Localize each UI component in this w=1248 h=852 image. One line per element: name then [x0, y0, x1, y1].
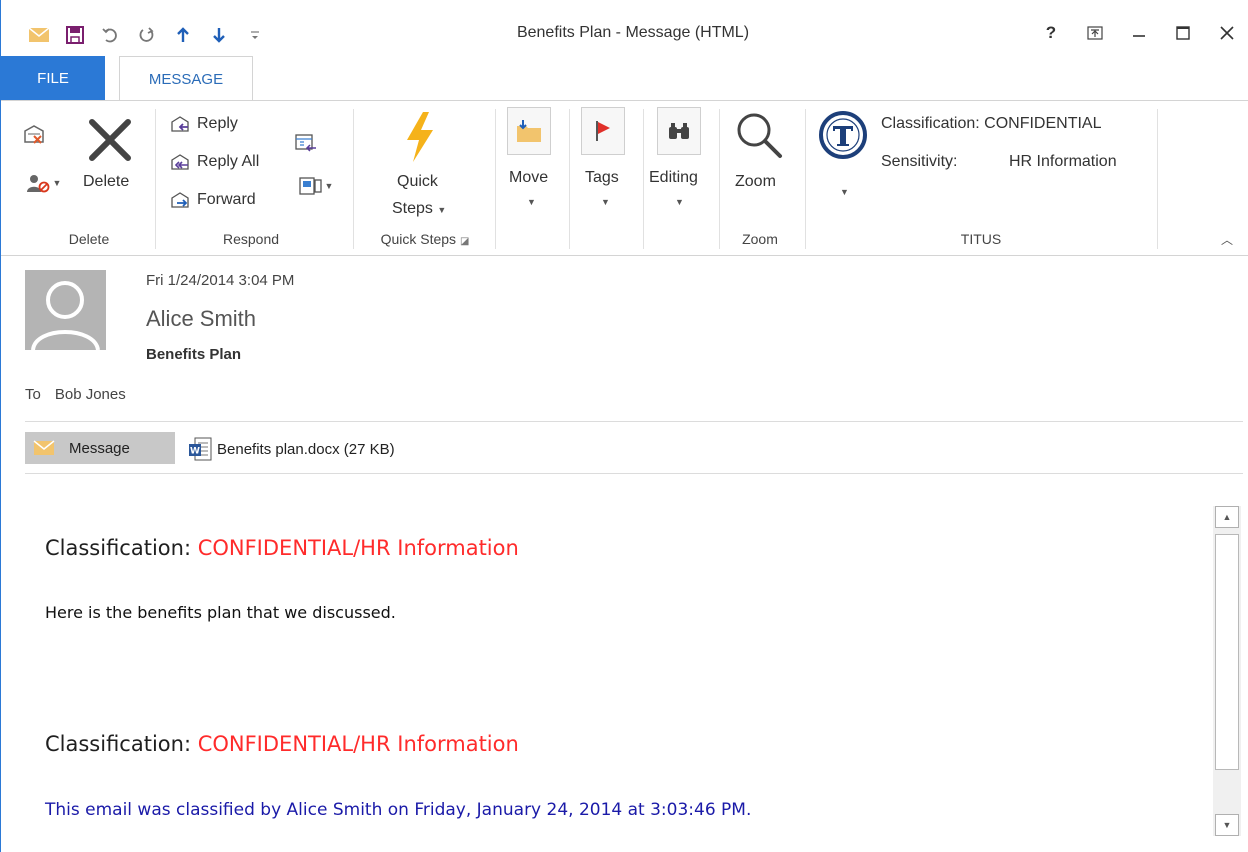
- move-dropdown-icon[interactable]: ▼: [527, 197, 536, 207]
- move-button[interactable]: Move: [509, 169, 548, 187]
- group-label-zoom: Zoom: [742, 231, 778, 247]
- forward-icon: [171, 192, 189, 208]
- titus-sensitivity-value[interactable]: HR Information: [1009, 153, 1117, 171]
- help-icon[interactable]: ?: [1029, 18, 1073, 48]
- reply-all-icon: [171, 154, 189, 170]
- reply-button[interactable]: Reply: [169, 115, 238, 133]
- scroll-up-icon[interactable]: ▲: [1215, 506, 1239, 528]
- to-label: To: [25, 386, 41, 403]
- reply-label: Reply: [197, 115, 238, 132]
- delete-icon[interactable]: [81, 111, 139, 169]
- svg-text:W: W: [190, 447, 200, 457]
- zoom-button[interactable]: Zoom: [735, 173, 776, 191]
- titus-sensitivity-label: Sensitivity:: [881, 153, 958, 170]
- ignore-icon[interactable]: [21, 123, 47, 149]
- tab-message[interactable]: MESSAGE: [119, 56, 253, 101]
- quick-steps-icon[interactable]: [397, 109, 443, 165]
- message-attachment-tab[interactable]: Message: [25, 432, 175, 464]
- group-label-titus: TITUS: [960, 231, 1002, 247]
- tags-button[interactable]: Tags: [585, 169, 619, 187]
- group-separator: [719, 109, 720, 249]
- forward-label: Forward: [197, 191, 256, 208]
- envelope-icon[interactable]: [21, 22, 57, 48]
- quick-steps-button[interactable]: Quick: [397, 173, 438, 191]
- collapse-ribbon-icon[interactable]: ︿: [1221, 231, 1233, 248]
- quick-access-toolbar: [21, 22, 273, 48]
- tags-icon[interactable]: [581, 107, 625, 155]
- delete-button[interactable]: Delete: [83, 173, 129, 191]
- titus-dropdown-icon[interactable]: ▼: [840, 187, 849, 197]
- title-bar: Benefits Plan - Message (HTML) ?: [1, 0, 1248, 56]
- window-controls: ?: [1029, 18, 1248, 48]
- ribbon-tabs: FILE MESSAGE: [1, 56, 1248, 101]
- down-arrow-icon[interactable]: [201, 22, 237, 48]
- quick-steps-line2[interactable]: Steps ▼: [392, 200, 446, 218]
- maximize-icon[interactable]: [1161, 18, 1205, 48]
- group-label-quick-steps: Quick Steps ◪: [380, 231, 470, 247]
- classification-footer: Classification: CONFIDENTIAL/HR Informat…: [45, 732, 519, 756]
- dialog-launcher-icon[interactable]: ◪: [460, 236, 469, 247]
- recipient-name[interactable]: Bob Jones: [55, 386, 126, 403]
- meeting-reply-icon[interactable]: [291, 129, 321, 155]
- message-date: Fri 1/24/2014 3:04 PM: [146, 272, 295, 289]
- scroll-down-icon[interactable]: ▼: [1215, 814, 1239, 836]
- group-separator: [805, 109, 806, 249]
- attachment-divider: [25, 473, 1243, 474]
- minimize-icon[interactable]: [1117, 18, 1161, 48]
- group-separator: [1157, 109, 1158, 249]
- editing-dropdown-icon[interactable]: ▼: [675, 197, 684, 207]
- ribbon-display-icon[interactable]: [1073, 18, 1117, 48]
- group-separator: [569, 109, 570, 249]
- forward-button[interactable]: Forward: [169, 191, 256, 209]
- ribbon: ▼ Delete Delete Reply Reply All Forward …: [1, 100, 1248, 256]
- header-divider: [25, 421, 1243, 422]
- sender-name[interactable]: Alice Smith: [146, 306, 256, 332]
- group-separator: [353, 109, 354, 249]
- vertical-scrollbar[interactable]: ▲ ▼: [1213, 506, 1241, 836]
- reply-all-button[interactable]: Reply All: [169, 153, 259, 171]
- titus-logo-icon[interactable]: [817, 109, 869, 161]
- save-icon[interactable]: [57, 22, 93, 48]
- close-icon[interactable]: [1205, 18, 1248, 48]
- group-separator: [155, 109, 156, 249]
- recipient-line: To Bob Jones: [25, 386, 126, 403]
- message-window: Benefits Plan - Message (HTML) ? FILE ME…: [0, 0, 1248, 852]
- word-document-icon: W: [189, 437, 212, 461]
- move-icon[interactable]: [507, 107, 551, 155]
- message-body-paragraph: Here is the benefits plan that we discus…: [45, 603, 396, 622]
- titus-classification[interactable]: Classification: CONFIDENTIAL: [881, 115, 1102, 133]
- group-label-respond: Respond: [222, 231, 280, 247]
- group-separator: [643, 109, 644, 249]
- reply-all-label: Reply All: [197, 153, 260, 170]
- undo-icon[interactable]: [93, 22, 129, 48]
- reply-icon: [171, 116, 189, 132]
- customize-icon[interactable]: [237, 22, 273, 48]
- group-separator: [495, 109, 496, 249]
- avatar: [25, 270, 106, 350]
- classification-header: Classification: CONFIDENTIAL/HR Informat…: [45, 536, 519, 560]
- classification-note: This email was classified by Alice Smith…: [45, 800, 752, 820]
- envelope-icon: [33, 440, 55, 455]
- up-arrow-icon[interactable]: [165, 22, 201, 48]
- binoculars-icon[interactable]: [657, 107, 701, 155]
- message-subject: Benefits Plan: [146, 346, 242, 363]
- more-respond-icon[interactable]: ▼: [291, 173, 341, 199]
- tags-dropdown-icon[interactable]: ▼: [601, 197, 610, 207]
- group-label-delete: Delete: [68, 231, 110, 247]
- junk-icon[interactable]: ▼: [23, 171, 63, 195]
- redo-icon[interactable]: [129, 22, 165, 48]
- editing-button[interactable]: Editing: [649, 169, 698, 187]
- scroll-thumb[interactable]: [1215, 534, 1239, 770]
- tab-file[interactable]: FILE: [1, 56, 105, 100]
- attachment-file[interactable]: W Benefits plan.docx (27 KB): [187, 434, 395, 464]
- zoom-icon[interactable]: [733, 109, 785, 161]
